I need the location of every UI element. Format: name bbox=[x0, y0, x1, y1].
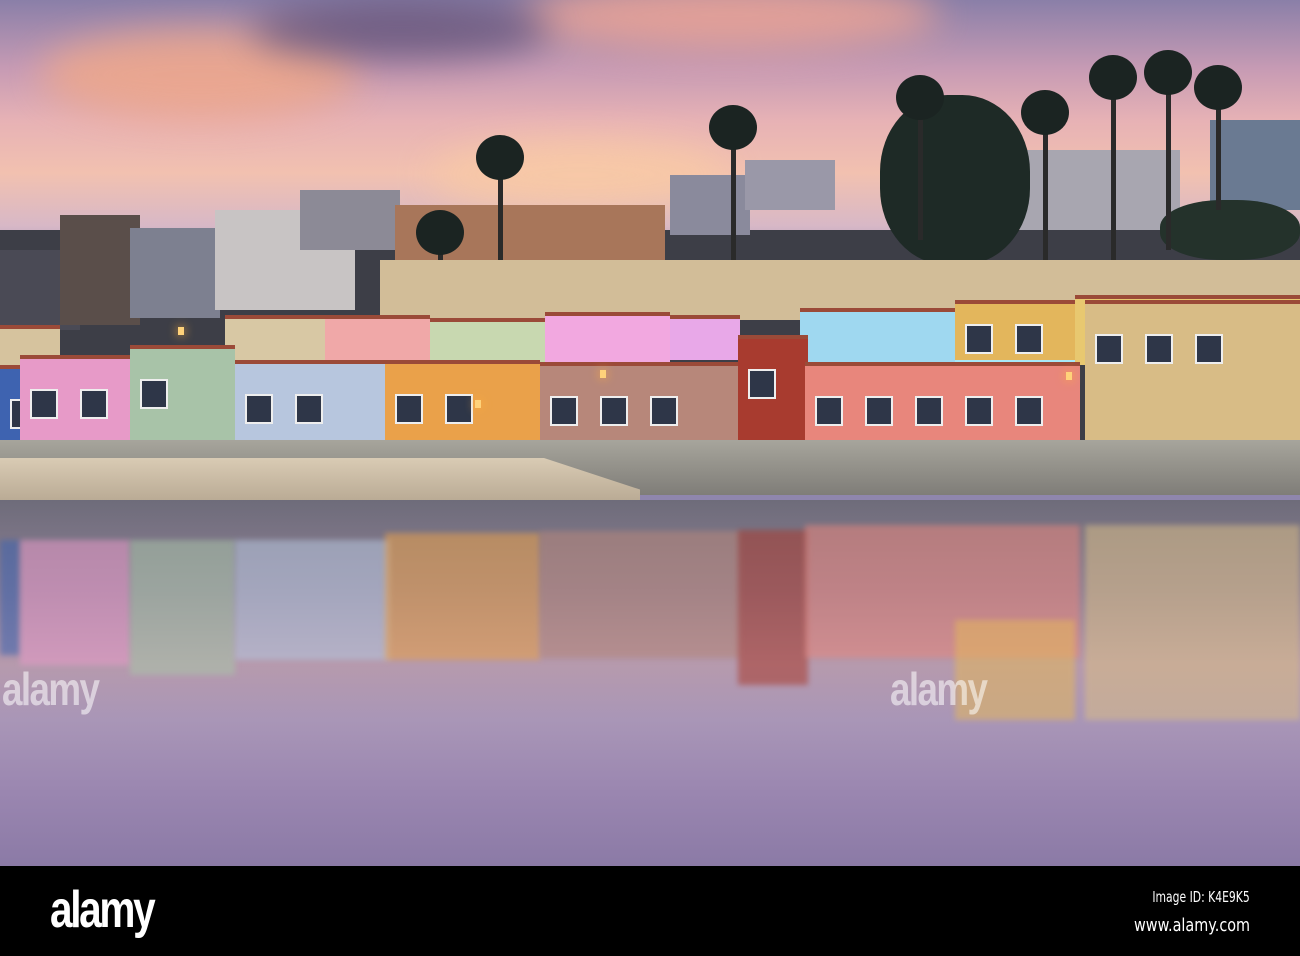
row-house bbox=[385, 360, 540, 447]
watermark: alamy bbox=[2, 663, 100, 715]
window bbox=[295, 394, 323, 424]
watermark: alamy bbox=[890, 663, 988, 715]
hillside-building bbox=[670, 175, 750, 235]
site-url: www.alamy.com bbox=[1133, 915, 1250, 936]
upper-house bbox=[225, 315, 335, 365]
cloud bbox=[520, 0, 940, 50]
tree bbox=[1160, 200, 1300, 260]
window bbox=[1015, 396, 1043, 426]
beach-sand bbox=[0, 458, 640, 503]
row-house bbox=[1085, 300, 1300, 455]
palm-crown bbox=[416, 210, 464, 255]
lamp-light bbox=[1066, 372, 1072, 380]
window bbox=[1195, 334, 1223, 364]
palm-crown bbox=[709, 105, 757, 150]
palm-trunk bbox=[918, 100, 923, 240]
window bbox=[1145, 334, 1173, 364]
hillside-building bbox=[300, 190, 400, 250]
upper-house bbox=[670, 315, 740, 360]
footer-bar: alamy Image ID: K4E9K5 www.alamy.com bbox=[0, 866, 1300, 956]
window bbox=[600, 396, 628, 426]
palm-crown bbox=[896, 75, 944, 120]
house-reflection bbox=[20, 540, 130, 665]
upper-house bbox=[430, 318, 545, 363]
palm-crown bbox=[1144, 50, 1192, 95]
window bbox=[140, 379, 168, 409]
hillside-building bbox=[130, 228, 220, 318]
alamy-logo: alamy bbox=[50, 881, 156, 939]
image-id: Image ID: K4E9K5 bbox=[1152, 888, 1250, 906]
row-house bbox=[130, 345, 235, 440]
window bbox=[815, 396, 843, 426]
window bbox=[965, 396, 993, 426]
window bbox=[445, 394, 473, 424]
palm-trunk bbox=[1166, 75, 1171, 250]
lamp-light bbox=[475, 400, 481, 408]
palm-trunk bbox=[1111, 80, 1116, 260]
palm-crown bbox=[1194, 65, 1242, 110]
upper-house bbox=[800, 308, 955, 363]
window bbox=[1015, 324, 1043, 354]
window bbox=[650, 396, 678, 426]
row-house bbox=[955, 300, 1075, 360]
row-house bbox=[738, 335, 808, 450]
upper-house bbox=[325, 315, 430, 365]
house-reflection bbox=[0, 540, 20, 655]
hillside-building bbox=[1210, 120, 1300, 210]
house-reflection bbox=[235, 540, 390, 660]
window bbox=[550, 396, 578, 426]
tree bbox=[880, 95, 1030, 265]
window bbox=[80, 389, 108, 419]
lamp-light bbox=[600, 370, 606, 378]
row-house bbox=[20, 355, 130, 440]
upper-house bbox=[545, 312, 670, 362]
window bbox=[395, 394, 423, 424]
palm-trunk bbox=[1043, 115, 1048, 260]
row-house bbox=[0, 365, 38, 440]
row-house bbox=[235, 360, 390, 440]
palm-crown bbox=[1021, 90, 1069, 135]
row-house bbox=[540, 362, 740, 449]
cloud bbox=[250, 0, 550, 60]
window bbox=[30, 389, 58, 419]
lamp-light bbox=[178, 327, 184, 335]
house-reflection bbox=[1085, 525, 1300, 720]
window bbox=[748, 369, 776, 399]
window bbox=[865, 396, 893, 426]
window bbox=[915, 396, 943, 426]
photo: alamy alamy bbox=[0, 0, 1300, 866]
window bbox=[965, 324, 993, 354]
palm-crown bbox=[476, 135, 524, 180]
house-reflection bbox=[385, 533, 540, 660]
palm-crown bbox=[1089, 55, 1137, 100]
hillside-building bbox=[745, 160, 835, 210]
house-reflection bbox=[130, 540, 235, 675]
house-reflection bbox=[738, 530, 808, 685]
window bbox=[245, 394, 273, 424]
window bbox=[1095, 334, 1123, 364]
hillside-building bbox=[60, 215, 140, 325]
house-reflection bbox=[540, 531, 740, 658]
